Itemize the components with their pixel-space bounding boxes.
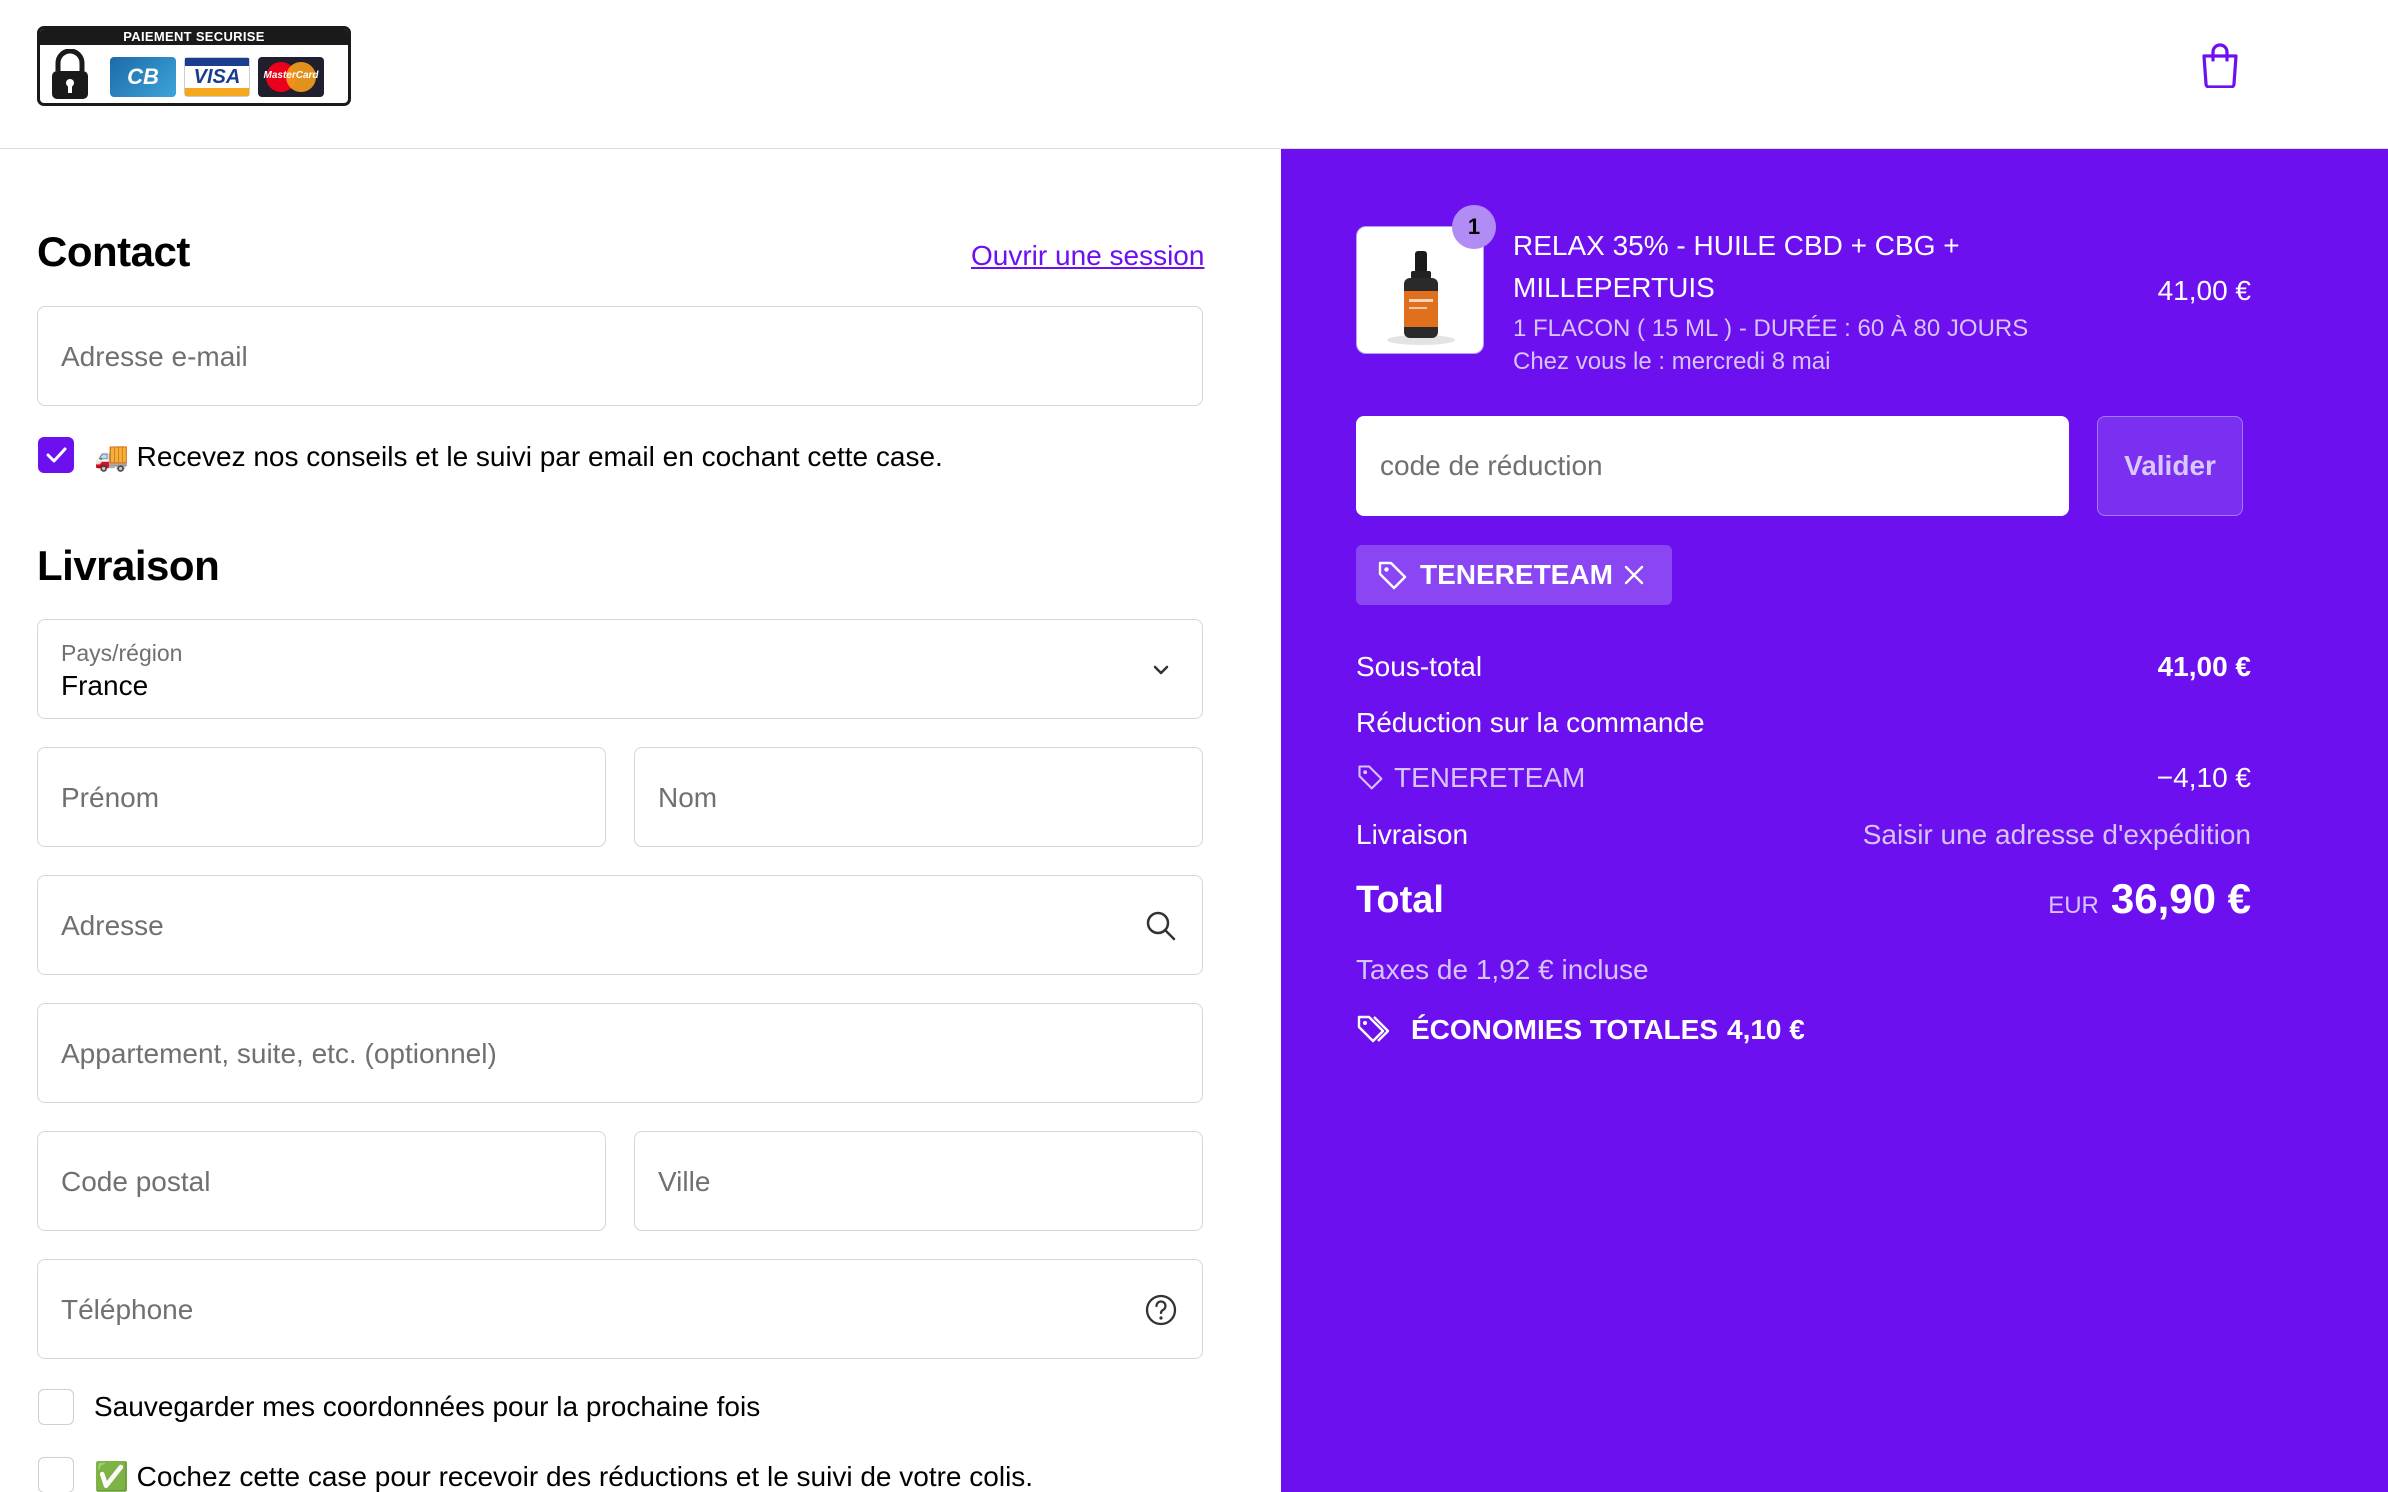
postal-code-field[interactable]: Code postal (37, 1131, 606, 1231)
total-value: 36,90 € (2110, 875, 2251, 922)
taxes-note: Taxes de 1,92 € incluse (1356, 954, 1649, 985)
delivery-title: Livraison (37, 542, 220, 589)
email-field[interactable]: Adresse e-mail (37, 306, 1203, 406)
product-delivery-date: Chez vous le : mercredi 8 mai (1513, 348, 1831, 375)
sms-checkbox[interactable] (38, 1457, 74, 1492)
sms-label: ✅ Cochez cette case pour recevoir des ré… (94, 1461, 1034, 1492)
close-icon[interactable] (1621, 562, 1647, 588)
shopping-bag-icon[interactable] (2200, 42, 2240, 88)
savings-tags-icon (1357, 1015, 1390, 1043)
applied-discount-tag: TENERETEAM (1356, 545, 1672, 605)
discount-code-label: TENERETEAM (1394, 762, 1586, 793)
city-placeholder: Ville (658, 1166, 711, 1197)
save-info-label: Sauvegarder mes coordonnées pour la proc… (94, 1391, 761, 1422)
first-name-placeholder: Prénom (61, 782, 160, 813)
country-label: Pays/région (61, 640, 183, 666)
last-name-placeholder: Nom (658, 782, 718, 813)
tag-icon (1358, 765, 1383, 790)
product-price: 41,00 € (2157, 275, 2251, 306)
apply-discount-button[interactable]: Valider (2097, 416, 2243, 516)
newsletter-label: 🚚 Recevez nos conseils et le suivi par e… (94, 441, 943, 472)
order-summary: 1 RELAX 35% - HUILE CBD + CBG + MILLEPER… (1281, 149, 2388, 1492)
currency-code: EUR (2048, 892, 2099, 919)
login-link[interactable]: Ouvrir une session (971, 240, 1204, 272)
phone-field[interactable]: Téléphone (37, 1259, 1203, 1359)
apartment-placeholder: Appartement, suite, etc. (optionnel) (61, 1038, 497, 1069)
discount-code-input[interactable]: code de réduction (1356, 416, 2069, 516)
secure-payment-badge: PAIEMENT SECURISE CB VISA MasterCard (37, 26, 351, 106)
help-circle-icon[interactable] (1144, 1293, 1178, 1327)
savings-value: 4,10 € (1727, 1014, 1805, 1045)
tag-icon (1378, 561, 1407, 590)
last-name-field[interactable]: Nom (634, 747, 1203, 847)
discount-code-placeholder: code de réduction (1380, 450, 1603, 481)
total-amount: EUR 36,90 € (2048, 875, 2251, 923)
chevron-down-icon (1153, 665, 1169, 675)
discount-value: −4,10 € (2156, 762, 2251, 793)
first-name-field[interactable]: Prénom (37, 747, 606, 847)
shipping-value: Saisir une adresse d'expédition (1862, 819, 2251, 850)
email-placeholder: Adresse e-mail (61, 341, 248, 372)
check-icon (46, 447, 67, 463)
product-name: RELAX 35% - HUILE CBD + CBG + MILLEPERTU… (1513, 230, 1960, 303)
applied-discount-code: TENERETEAM (1420, 559, 1613, 590)
cb-card-logo: CB (110, 57, 176, 97)
save-info-checkbox[interactable] (38, 1389, 74, 1425)
shipping-label: Livraison (1356, 819, 1469, 850)
postal-code-placeholder: Code postal (61, 1166, 211, 1197)
search-icon (1146, 911, 1176, 941)
address-placeholder: Adresse (61, 910, 164, 941)
phone-placeholder: Téléphone (61, 1294, 194, 1325)
address-field[interactable]: Adresse (37, 875, 1203, 975)
badge-title: PAIEMENT SECURISE (40, 29, 348, 45)
subtotal-label: Sous-total (1356, 651, 1483, 682)
lock-icon (52, 49, 88, 99)
total-label: Total (1356, 879, 1444, 921)
country-value: France (61, 670, 149, 701)
quantity-badge: 1 (1452, 205, 1496, 249)
mastercard-logo: MasterCard (258, 57, 324, 97)
city-field[interactable]: Ville (634, 1131, 1203, 1231)
visa-card-logo: VISA (184, 57, 250, 97)
savings-label: ÉCONOMIES TOTALES (1411, 1014, 1718, 1045)
contact-title: Contact (37, 228, 190, 275)
order-discount-label: Réduction sur la commande (1356, 707, 1705, 738)
apartment-field[interactable]: Appartement, suite, etc. (optionnel) (37, 1003, 1203, 1103)
product-variant: 1 FLACON ( 15 ML ) - DURÉE : 60 À 80 JOU… (1513, 315, 2029, 342)
header: PAIEMENT SECURISE CB VISA MasterCard (0, 0, 2388, 149)
subtotal-value: 41,00 € (2157, 651, 2251, 682)
country-select[interactable]: Pays/région France (37, 619, 1203, 719)
newsletter-checkbox[interactable] (38, 437, 74, 473)
